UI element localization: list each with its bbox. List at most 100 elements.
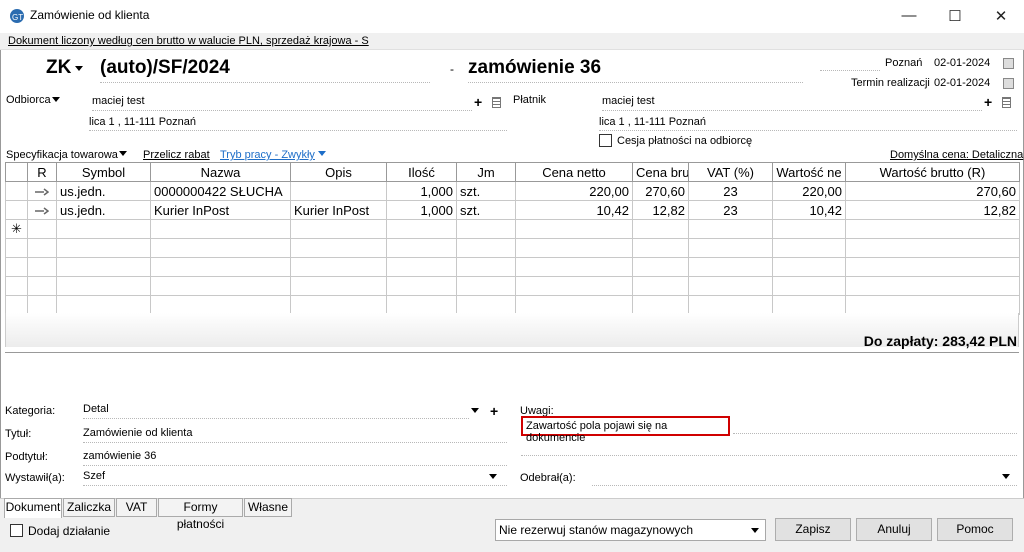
cell-unit[interactable]: szt. bbox=[456, 200, 516, 220]
stock-reservation-value: Nie rezerwuj stanów magazynowych bbox=[499, 523, 694, 537]
recipient-label[interactable]: Odbiorca bbox=[6, 94, 51, 106]
cession-checkbox[interactable] bbox=[599, 134, 612, 147]
cell-net-value[interactable]: 10,42 bbox=[772, 200, 846, 220]
new-row[interactable]: ✳ bbox=[5, 219, 1020, 239]
column-header[interactable]: Cena netto bbox=[515, 162, 633, 182]
app-icon: GT bbox=[10, 9, 24, 23]
tab-vat[interactable]: VAT bbox=[116, 498, 157, 517]
recipient-address: lica 1 , 11-111 Poznań bbox=[89, 116, 507, 131]
realization-date[interactable]: 02-01-2024 bbox=[934, 77, 990, 89]
recipient-list-icon[interactable] bbox=[492, 97, 501, 108]
column-header[interactable]: Wartość brutto (R) bbox=[845, 162, 1020, 182]
add-payer-icon[interactable]: + bbox=[984, 95, 992, 109]
column-header[interactable]: Nazwa bbox=[150, 162, 291, 182]
close-button[interactable]: ✕ bbox=[978, 0, 1024, 31]
column-header[interactable]: Ilość bbox=[386, 162, 457, 182]
cell-gross-price[interactable]: 12,82 bbox=[632, 200, 689, 220]
column-header[interactable]: VAT (%) bbox=[688, 162, 773, 182]
wrench-icon[interactable] bbox=[27, 200, 57, 220]
payer-list-icon[interactable] bbox=[1002, 97, 1011, 108]
table-row[interactable]: us.jedn. 0000000422 SŁUCHA 1,000 szt. 22… bbox=[5, 181, 1020, 201]
cell-symbol[interactable]: us.jedn. bbox=[56, 200, 151, 220]
tab-zaliczka[interactable]: Zaliczka bbox=[63, 498, 115, 517]
column-header[interactable]: Wartość ne bbox=[772, 162, 846, 182]
new-row-marker: ✳ bbox=[5, 219, 28, 239]
cell-desc[interactable] bbox=[290, 181, 387, 201]
cell-gross-value[interactable]: 12,82 bbox=[845, 200, 1020, 220]
column-header[interactable]: Opis bbox=[290, 162, 387, 182]
category-value[interactable]: Detal bbox=[83, 403, 469, 419]
tab-payment-forms[interactable]: Formy płatności bbox=[158, 498, 243, 531]
add-category-icon[interactable]: + bbox=[490, 404, 498, 418]
add-recipient-icon[interactable]: + bbox=[474, 95, 482, 109]
maximize-button[interactable]: ☐ bbox=[932, 0, 978, 31]
recipient-dropdown-icon[interactable] bbox=[52, 97, 60, 102]
title-field[interactable]: Zamówienie od klienta bbox=[83, 427, 507, 443]
recipient-name[interactable]: maciej test bbox=[92, 95, 472, 111]
cell-net-value[interactable]: 220,00 bbox=[772, 181, 846, 201]
notes-underline bbox=[521, 455, 1017, 456]
table-header-row: R Symbol Nazwa Opis Ilość Jm Cena netto … bbox=[5, 162, 1020, 182]
cell-symbol[interactable]: us.jedn. bbox=[56, 181, 151, 201]
spec-dropdown-icon[interactable] bbox=[119, 151, 127, 156]
add-action-checkbox[interactable] bbox=[10, 524, 23, 537]
save-button[interactable]: Zapisz bbox=[775, 518, 851, 541]
cell-net-price[interactable]: 220,00 bbox=[515, 181, 633, 201]
recalc-discount-link[interactable]: Przelicz rabat bbox=[143, 149, 210, 161]
category-dropdown-icon[interactable] bbox=[471, 408, 479, 413]
spec-label[interactable]: Specyfikacja towarowa bbox=[6, 149, 118, 161]
work-mode-dropdown-icon[interactable] bbox=[318, 151, 326, 156]
issued-by-select[interactable]: Szef bbox=[83, 470, 507, 486]
payer-name[interactable]: maciej test bbox=[602, 95, 982, 111]
calendar-icon[interactable] bbox=[1003, 78, 1014, 89]
received-by-select[interactable] bbox=[592, 470, 1017, 486]
stock-dropdown-icon[interactable] bbox=[751, 528, 759, 533]
stock-reservation-select[interactable]: Nie rezerwuj stanów magazynowych bbox=[495, 519, 766, 541]
cell-qty[interactable]: 1,000 bbox=[386, 200, 457, 220]
work-mode-link[interactable]: Tryb pracy - Zwykły bbox=[220, 149, 315, 161]
cell-desc[interactable]: Kurier InPost bbox=[290, 200, 387, 220]
column-header[interactable]: Cena bru bbox=[632, 162, 689, 182]
total-to-pay: Do zapłaty: 283,42 PLN bbox=[863, 333, 1017, 349]
issued-by-dropdown-icon[interactable] bbox=[489, 474, 497, 479]
items-table[interactable]: R Symbol Nazwa Opis Ilość Jm Cena netto … bbox=[5, 162, 1020, 315]
category-label: Kategoria: bbox=[5, 405, 56, 417]
cell-vat[interactable]: 23 bbox=[688, 181, 773, 201]
cell-name[interactable]: 0000000422 SŁUCHA bbox=[150, 181, 291, 201]
received-by-dropdown-icon[interactable] bbox=[1002, 474, 1010, 479]
doc-number[interactable]: (auto)/SF/2024 bbox=[100, 57, 430, 83]
cell-vat[interactable]: 23 bbox=[688, 200, 773, 220]
cell-unit[interactable]: szt. bbox=[456, 181, 516, 201]
doc-type[interactable]: ZK bbox=[46, 57, 71, 79]
title-bar bbox=[0, 0, 1024, 31]
column-header[interactable]: Symbol bbox=[56, 162, 151, 182]
notes-field[interactable]: Zawartość pola pojawi się na dokumencie bbox=[521, 416, 730, 444]
row-selector[interactable] bbox=[5, 200, 28, 220]
title-label: Tytuł: bbox=[5, 428, 32, 440]
column-header[interactable]: Jm bbox=[456, 162, 516, 182]
cell-net-price[interactable]: 10,42 bbox=[515, 200, 633, 220]
separator bbox=[5, 352, 1019, 353]
row-selector[interactable] bbox=[5, 181, 28, 201]
cell-qty[interactable]: 1,000 bbox=[386, 181, 457, 201]
row-selector-header bbox=[5, 162, 28, 182]
column-header[interactable]: R bbox=[27, 162, 57, 182]
wrench-icon[interactable] bbox=[27, 181, 57, 201]
help-button[interactable]: Pomoc bbox=[937, 518, 1013, 541]
doc-name[interactable]: zamówienie 36 bbox=[468, 57, 803, 83]
calendar-icon[interactable] bbox=[1003, 58, 1014, 69]
subtitle-field[interactable]: zamówienie 36 bbox=[83, 450, 507, 466]
minimize-button[interactable]: — bbox=[886, 0, 932, 31]
issue-date[interactable]: 02-01-2024 bbox=[934, 57, 990, 69]
tab-dokument[interactable]: Dokument bbox=[4, 498, 62, 518]
cell-gross-value[interactable]: 270,60 bbox=[845, 181, 1020, 201]
cell-name[interactable]: Kurier InPost bbox=[150, 200, 291, 220]
tab-custom[interactable]: Własne bbox=[244, 498, 292, 517]
doc-type-dropdown-icon[interactable] bbox=[75, 66, 83, 71]
default-price-link[interactable]: Domyślna cena: Detaliczna bbox=[890, 149, 1023, 161]
table-row[interactable]: us.jedn. Kurier InPost Kurier InPost 1,0… bbox=[5, 200, 1020, 220]
empty-row bbox=[5, 238, 1020, 258]
cell-gross-price[interactable]: 270,60 bbox=[632, 181, 689, 201]
cancel-button[interactable]: Anuluj bbox=[856, 518, 932, 541]
document-info-link[interactable]: Dokument liczony według cen brutto w wal… bbox=[0, 33, 1024, 50]
